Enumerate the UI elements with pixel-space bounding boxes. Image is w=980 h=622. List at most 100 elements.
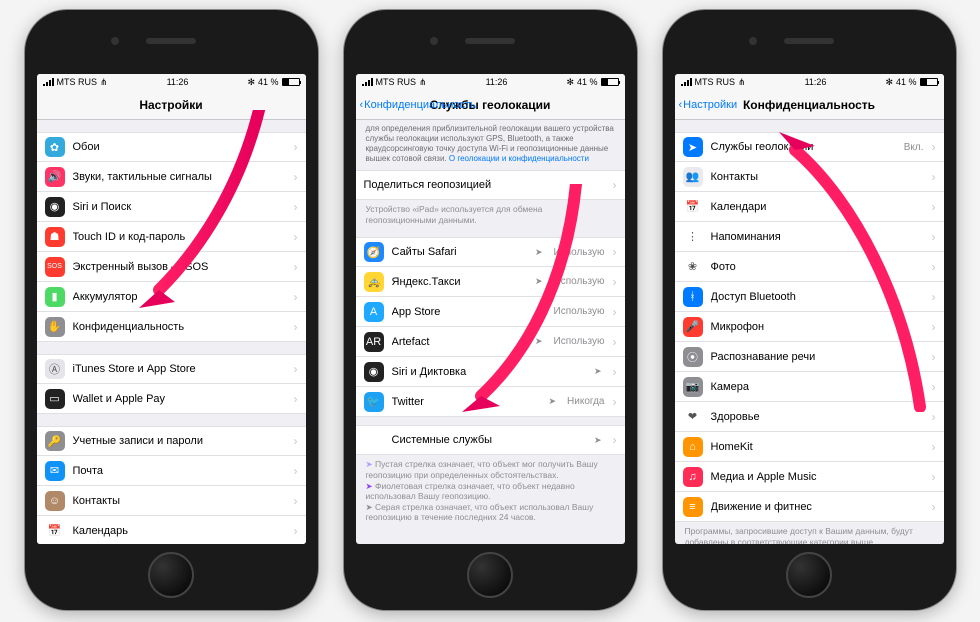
speaker-slot [146,38,196,44]
settings-row[interactable]: ⌂HomeKit› [675,432,944,462]
row-label: Здоровье [711,411,924,423]
navbar: ‹Настройки Конфиденциальность [675,90,944,120]
settings-row[interactable]: 👥Контакты› [675,162,944,192]
settings-row[interactable]: 🚕Яндекс.Такси➤Использую› [356,267,625,297]
settings-row[interactable]: ⋮Напоминания› [675,222,944,252]
row-label: Wallet и Apple Pay [73,393,286,405]
back-button[interactable]: ‹Конфиденциальность [360,99,476,111]
row-label: App Store [392,306,527,318]
system-services-row[interactable]: Системные службы ➤ › [356,425,625,455]
row-label: Сайты Safari [392,246,527,258]
app-icon: 🔊 [45,167,65,187]
settings-row[interactable]: AApp Store➤Использую› [356,297,625,327]
row-label: Twitter [392,396,541,408]
settings-row[interactable]: ⦿Распознавание речи› [675,342,944,372]
row-label: Аккумулятор [73,291,286,303]
chevron-right-icon: › [613,335,617,349]
settings-row[interactable]: ✿Обои› [37,132,306,162]
settings-row[interactable]: ➤Службы геолокацииВкл.› [675,132,944,162]
privacy-list[interactable]: ➤Службы геолокацииВкл.›👥Контакты›📅Календ… [675,120,944,544]
settings-row[interactable]: SOSЭкстренный вызов — SOS› [37,252,306,282]
app-icon: ✉ [45,461,65,481]
home-button[interactable] [467,552,513,598]
wifi-icon: ⋔ [419,77,427,88]
settings-row[interactable]: ☺ Контакты › [37,486,306,516]
share-location-row[interactable]: Поделиться геопозицией › [356,170,625,200]
settings-row[interactable]: ⒶiTunes Store и App Store› [37,354,306,384]
back-button[interactable]: ‹Настройки [679,99,738,111]
settings-row[interactable]: ◉Siri и Поиск› [37,192,306,222]
chevron-right-icon: › [294,494,298,508]
chevron-right-icon: › [932,260,936,274]
settings-row[interactable]: ☗Touch ID и код-пароль› [37,222,306,252]
settings-row[interactable]: 🔊Звуки, тактильные сигналы› [37,162,306,192]
location-arrow-icon: ➤ [594,366,602,377]
row-label: Контакты [73,495,286,507]
settings-row[interactable]: ✋Конфиденциальность› [37,312,306,342]
bt-icon: ✻ [566,77,574,88]
settings-row[interactable]: ARArtefact➤Использую› [356,327,625,357]
settings-row[interactable]: 🔑Учетные записи и пароли› [37,426,306,456]
settings-row[interactable]: ❀Фото› [675,252,944,282]
chevron-right-icon: › [613,275,617,289]
chevron-left-icon: ‹ [679,99,683,111]
settings-row[interactable]: 📅Календари› [675,192,944,222]
app-icon: A [364,302,384,322]
row-detail: Использую [554,276,605,287]
app-icon: ✿ [45,137,65,157]
chevron-right-icon: › [932,440,936,454]
settings-row[interactable]: 🐦Twitter➤Никогда› [356,387,625,417]
settings-row[interactable]: 📅Календарь› [37,516,306,544]
settings-row[interactable]: ᚼДоступ Bluetooth› [675,282,944,312]
signal-icon [681,78,692,86]
home-button[interactable] [786,552,832,598]
battery-pct: 41 % [896,77,917,87]
chevron-right-icon: › [932,380,936,394]
chevron-right-icon: › [294,524,298,538]
chevron-right-icon: › [294,392,298,406]
row-label: Распознавание речи [711,351,924,363]
location-arrow-icon: ➤ [535,247,543,258]
clock: 11:26 [167,77,189,87]
chevron-right-icon: › [932,350,936,364]
location-arrow-icon: ➤ [535,336,543,347]
chevron-right-icon: › [294,260,298,274]
settings-row[interactable]: ♫Медиа и Apple Music› [675,462,944,492]
app-icon: ▮ [45,287,65,307]
settings-row[interactable]: ▮Аккумулятор› [37,282,306,312]
settings-list[interactable]: ✿Обои›🔊Звуки, тактильные сигналы›◉Siri и… [37,120,306,544]
home-button[interactable] [148,552,194,598]
row-label: Календари [711,201,924,213]
app-icon: SOS [45,257,65,277]
chevron-right-icon: › [294,362,298,376]
phone-3: MTS RUS ⋔ 11:26 ✻ 41 % ‹Настройки Конфид… [663,10,956,610]
chevron-right-icon: › [294,434,298,448]
row-label: Медиа и Apple Music [711,471,924,483]
settings-row[interactable]: ◉Siri и Диктовка➤› [356,357,625,387]
settings-row[interactable]: ✉Почта› [37,456,306,486]
row-label: Почта [73,465,286,477]
settings-row[interactable]: 📷Камера› [675,372,944,402]
bt-icon: ✻ [247,77,255,88]
row-detail: Никогда [567,396,604,407]
row-label: Фото [711,261,924,273]
row-detail: Вкл. [904,142,924,153]
status-bar: MTS RUS ⋔ 11:26 ✻ 41 % [37,74,306,90]
row-detail: Использую [554,336,605,347]
app-icon: AR [364,332,384,352]
chevron-right-icon: › [613,245,617,259]
settings-row[interactable]: ≡Движение и фитнес› [675,492,944,522]
phone-2: MTS RUS ⋔ 11:26 ✻ 41 % ‹Конфиденциальнос… [344,10,637,610]
settings-row[interactable]: 🎤Микрофон› [675,312,944,342]
settings-row[interactable]: ❤Здоровье› [675,402,944,432]
row-label: HomeKit [711,441,924,453]
navbar: ‹Конфиденциальность Службы геолокации [356,90,625,120]
settings-row[interactable]: ▭Wallet и Apple Pay› [37,384,306,414]
chevron-right-icon: › [932,320,936,334]
about-link[interactable]: О геолокации и конфиденциальности [449,154,589,163]
app-icon: ☺ [45,491,65,511]
location-services-list[interactable]: для определения приблизительной геолокац… [356,120,625,544]
row-label: Камера [711,381,924,393]
status-bar: MTS RUS ⋔ 11:26 ✻ 41 % [675,74,944,90]
settings-row[interactable]: 🧭Сайты Safari➤Использую› [356,237,625,267]
